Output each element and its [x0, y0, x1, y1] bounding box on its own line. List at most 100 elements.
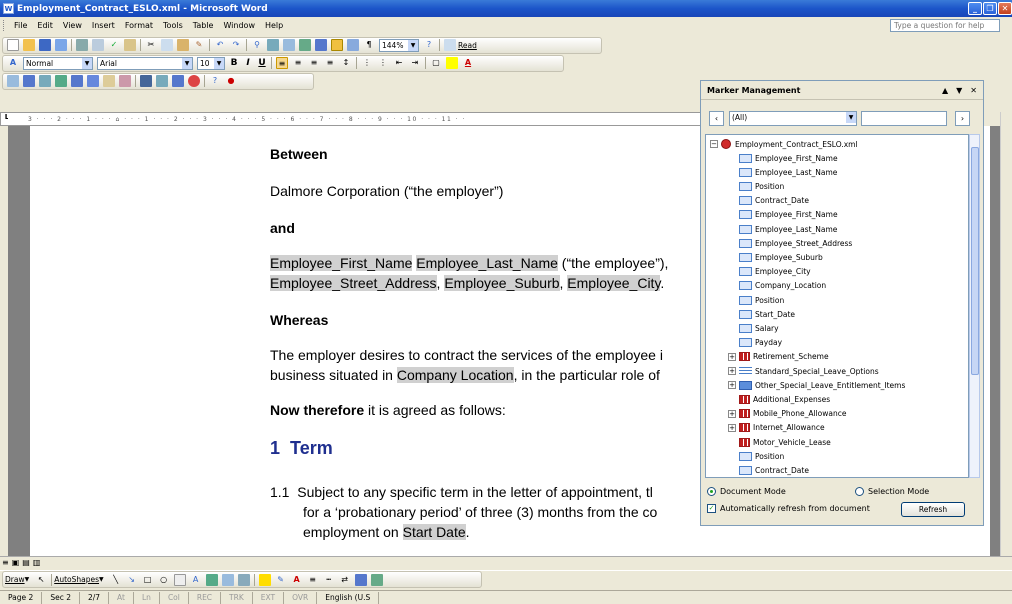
tree-item[interactable]: Employee_Last_Name [728, 165, 837, 179]
tool-icon-1[interactable] [7, 75, 19, 87]
styles-icon[interactable]: A [7, 57, 19, 69]
hyperlink-icon[interactable]: ⚲ [251, 39, 263, 51]
tool-icon-11[interactable] [172, 75, 184, 87]
numbering-icon[interactable]: ⋮ [361, 57, 373, 69]
spelling-icon[interactable]: ✓ [108, 39, 120, 51]
horizontal-ruler[interactable]: 3 · · · 2 · · · 1 · · · ⌂ · · · 1 · · · … [8, 112, 700, 126]
align-left-icon[interactable]: ≡ [276, 57, 288, 69]
document-map-icon[interactable] [347, 39, 359, 51]
picture-icon[interactable] [237, 573, 250, 586]
tree-item[interactable]: Additional_Expenses [728, 392, 830, 406]
permission-icon[interactable] [55, 39, 67, 51]
tree-item[interactable]: Employee_Suburb [728, 250, 823, 264]
marker-company-location[interactable]: Company Location [396, 367, 514, 383]
minimize-button[interactable]: _ [968, 2, 982, 15]
document-mode-radio[interactable] [707, 487, 716, 496]
auto-refresh-checkbox[interactable]: ✓ [707, 504, 716, 513]
next-marker-button[interactable]: › [955, 111, 970, 126]
autoshapes-button[interactable]: AutoShapes [54, 575, 99, 584]
textbox-icon[interactable] [173, 573, 186, 586]
paste-icon[interactable] [177, 39, 189, 51]
marker-employee-suburb[interactable]: Employee_Suburb [444, 275, 560, 291]
oval-icon[interactable]: ○ [158, 574, 170, 586]
horizontal-scrollbar[interactable]: ≡▣▤▥ [0, 556, 1012, 568]
marker-filter-select[interactable]: (All) ▼ [729, 111, 857, 126]
line-style-icon[interactable]: ≡ [307, 574, 319, 586]
marker-search-input[interactable] [861, 111, 947, 126]
rectangle-icon[interactable]: □ [142, 574, 154, 586]
font-select[interactable]: Arial ▼ [97, 56, 193, 70]
increase-indent-icon[interactable]: ⇥ [409, 57, 421, 69]
marker-employee-city[interactable]: Employee_City [567, 275, 661, 291]
tree-item[interactable]: + Retirement_Scheme [728, 350, 829, 364]
panel-up-icon[interactable]: ▲ [942, 86, 948, 95]
menu-insert[interactable]: Insert [87, 21, 120, 30]
draw-font-color-icon[interactable]: A [291, 574, 303, 586]
tree-item[interactable]: + Internet_Allowance [728, 421, 825, 435]
tree-item[interactable]: + Standard_Special_Leave_Options [728, 364, 879, 378]
redo-icon[interactable]: ↷ [230, 39, 242, 51]
marker-employee-first-name[interactable]: Employee_First_Name [270, 255, 413, 271]
tool-help-icon[interactable]: ? [209, 75, 221, 87]
tool-stop-icon[interactable]: ● [225, 75, 237, 87]
cut-icon[interactable]: ✂ [145, 39, 157, 51]
tree-item[interactable]: + Mobile_Phone_Allowance [728, 407, 846, 421]
line-color-icon[interactable]: ✎ [275, 574, 287, 586]
view-buttons[interactable]: ≡▣▤▥ [0, 558, 43, 567]
restore-button[interactable]: ❐ [983, 2, 997, 15]
decrease-indent-icon[interactable]: ⇤ [393, 57, 405, 69]
tables-borders-icon[interactable] [267, 39, 279, 51]
align-right-icon[interactable]: ≡ [308, 57, 320, 69]
3d-icon[interactable] [370, 573, 383, 586]
tree-item[interactable]: Position [728, 179, 784, 193]
print-icon[interactable] [76, 39, 88, 51]
show-hide-icon[interactable]: ¶ [363, 39, 375, 51]
new-icon[interactable] [7, 39, 19, 51]
expand-icon[interactable]: + [728, 367, 736, 375]
menu-grip[interactable] [3, 20, 6, 31]
font-color-icon[interactable]: A [462, 57, 474, 69]
fill-color-icon[interactable] [258, 573, 271, 586]
marker-tree[interactable]: − Employment_Contract_ESLO.xml Employee_… [705, 134, 969, 478]
tree-item[interactable]: + Other_Special_Leave_Entitlement_Items [728, 378, 905, 392]
copy-icon[interactable] [161, 39, 173, 51]
collapse-icon[interactable]: − [710, 140, 718, 148]
previous-marker-button[interactable]: ‹ [709, 111, 724, 126]
help-search-input[interactable]: Type a question for help [890, 19, 1000, 32]
arrow-icon[interactable]: ↘ [126, 574, 138, 586]
insert-excel-icon[interactable] [299, 39, 311, 51]
auto-refresh-option[interactable]: ✓ Automatically refresh from document [707, 504, 870, 513]
arrow-style-icon[interactable]: ⇄ [339, 574, 351, 586]
status-rec[interactable]: REC [189, 591, 222, 604]
menu-window[interactable]: Window [218, 21, 260, 30]
tree-item[interactable]: Employee_First_Name [728, 208, 838, 222]
border-icon[interactable]: ▢ [430, 57, 442, 69]
style-select[interactable]: Normal ▼ [23, 56, 93, 70]
menu-view[interactable]: View [58, 21, 87, 30]
tool-icon-6[interactable] [87, 75, 99, 87]
tree-item[interactable]: Position [728, 449, 784, 463]
marker-start-date[interactable]: Start Date [402, 524, 466, 540]
tree-root[interactable]: − Employment_Contract_ESLO.xml [710, 137, 858, 151]
drawing-icon[interactable] [331, 39, 343, 51]
align-center-icon[interactable]: ≡ [292, 57, 304, 69]
format-painter-icon[interactable]: ✎ [193, 39, 205, 51]
undo-icon[interactable]: ↶ [214, 39, 226, 51]
clipart-icon[interactable] [221, 573, 234, 586]
selection-mode-option[interactable]: Selection Mode [855, 487, 929, 496]
tree-item[interactable]: Payday [728, 336, 782, 350]
vertical-scrollbar[interactable] [1000, 112, 1012, 566]
menu-edit[interactable]: Edit [32, 21, 58, 30]
bullets-icon[interactable]: ⋮ [377, 57, 389, 69]
insert-table-icon[interactable] [283, 39, 295, 51]
font-size-select[interactable]: 10 ▼ [197, 56, 225, 70]
expand-icon[interactable]: + [728, 381, 736, 390]
word-app-icon[interactable]: W [3, 3, 14, 14]
tree-item[interactable]: Employee_Last_Name [728, 222, 837, 236]
shadow-icon[interactable] [354, 573, 367, 586]
panel-down-icon[interactable]: ▼ [956, 86, 962, 95]
wordart-icon[interactable]: A [190, 574, 202, 586]
tool-icon-3[interactable] [39, 75, 51, 87]
tool-icon-9[interactable] [140, 75, 152, 87]
help-icon[interactable]: ? [423, 39, 435, 51]
